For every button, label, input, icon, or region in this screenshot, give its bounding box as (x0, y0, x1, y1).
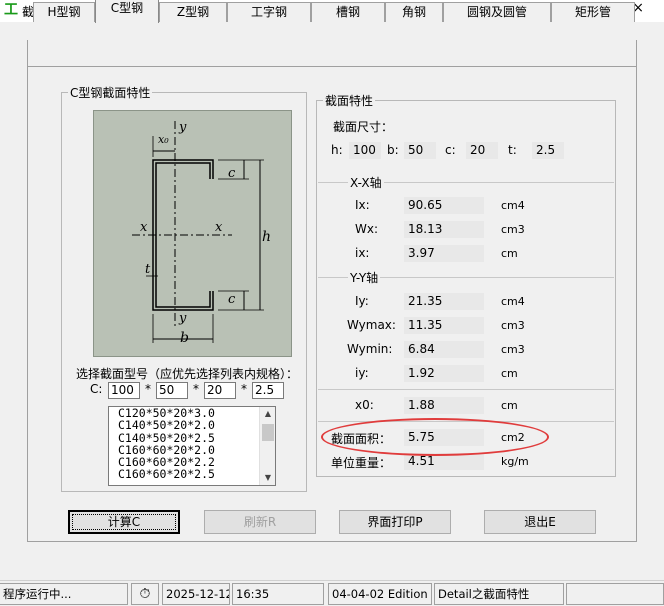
status-date: 2025-12-12 (162, 583, 230, 605)
refresh-button[interactable]: 刷新R (204, 510, 316, 534)
tab-channel[interactable]: 槽钢 (311, 2, 385, 22)
input-b[interactable]: 50 (156, 382, 188, 399)
scroll-up-icon[interactable]: ▲ (260, 407, 275, 421)
separator: * (145, 382, 151, 396)
divider (318, 421, 614, 422)
tab-rect-tube[interactable]: 矩形管 (551, 2, 635, 22)
list-scrollbar[interactable]: ▲ ▼ (259, 407, 275, 485)
rx-unit: cm (501, 247, 518, 260)
area-label: 截面面积： (331, 432, 392, 446)
c-steel-group-title: C型钢截面特性 (68, 84, 153, 101)
label-x0: x₀ (158, 133, 169, 146)
weight-label: 单位重量： (331, 456, 392, 470)
status-bar: 程序运行中... ⏱ 2025-12-12 16:35 04-04-02 Edi… (0, 580, 664, 606)
wymax-unit: cm3 (501, 319, 525, 332)
wx-value: 18.13 (404, 221, 484, 238)
area-unit: cm2 (501, 431, 525, 444)
dim-t-label: t: (508, 143, 517, 157)
weight-value: 4.51 (404, 453, 484, 470)
label-h: h (262, 229, 271, 245)
tab-round[interactable]: 圆钢及圆管 (443, 2, 551, 22)
ix-unit: cm4 (501, 199, 525, 212)
wymax-value: 11.35 (404, 317, 484, 334)
ix-label: Ix: (355, 198, 370, 212)
iy-label: Iy: (355, 294, 369, 308)
status-time: 16:35 (232, 583, 324, 605)
separator: * (193, 382, 199, 396)
label-b: b (180, 330, 189, 346)
wymin-label: Wymin: (347, 342, 393, 356)
dims-label: 截面尺寸： (333, 120, 394, 134)
input-t[interactable]: 2.5 (252, 382, 284, 399)
label-t: t (145, 262, 151, 277)
input-h[interactable]: 100 (108, 382, 140, 399)
wymax-label: Wymax: (347, 318, 396, 332)
label-x-right: x (215, 220, 223, 235)
print-button[interactable]: 界面打印P (339, 510, 451, 534)
tab-z-steel[interactable]: Z型钢 (159, 2, 227, 22)
tab-h-steel[interactable]: H型钢 (33, 2, 95, 22)
x0-label: x0: (355, 398, 374, 412)
input-c[interactable]: 20 (204, 382, 236, 399)
status-running: 程序运行中... (0, 583, 128, 605)
iy-unit: cm4 (501, 295, 525, 308)
divider (318, 389, 614, 390)
label-y-bottom: y (178, 311, 187, 326)
separator: * (241, 382, 247, 396)
x0-value: 1.88 (404, 397, 484, 414)
yy-axis-label: Y-Y轴 (348, 269, 381, 286)
timer-icon: ⏱ (131, 583, 159, 605)
ry-value: 1.92 (404, 365, 484, 382)
calculate-button[interactable]: 计算C (68, 510, 180, 534)
c-section-drawing: x₀ y c x x h t c y b (132, 120, 271, 346)
dim-t-value: 2.5 (532, 142, 564, 159)
section-diagram: x₀ y c x x h t c y b (93, 110, 292, 357)
wx-label: Wx: (355, 222, 379, 236)
dim-c-label: c: (445, 143, 456, 157)
calculate-label: 计算C (107, 515, 141, 529)
dim-h-label: h: (331, 143, 343, 157)
dim-h-value: 100 (349, 142, 381, 159)
scroll-down-icon[interactable]: ▼ (260, 471, 275, 485)
label-y-top: y (178, 120, 187, 135)
tab-c-steel[interactable]: C型钢 (95, 0, 159, 23)
selector-label: 选择截面型号（应优先选择列表内规格）： (76, 367, 299, 381)
section-list[interactable]: C120*50*20*3.0 C140*50*20*2.0 C140*50*20… (108, 406, 276, 486)
exit-button[interactable]: 退出E (484, 510, 596, 534)
status-edition: 04-04-02 Edition (328, 583, 432, 605)
dim-b-label: b: (387, 143, 399, 157)
label-c-top: c (228, 166, 236, 181)
tab-angle[interactable]: 角钢 (385, 2, 443, 22)
rx-label: ix: (355, 246, 370, 260)
weight-unit: kg/m (501, 455, 529, 468)
scroll-thumb[interactable] (262, 424, 274, 441)
list-item[interactable]: C160*60*20*2.5 (109, 468, 275, 480)
label-c-bottom: c (228, 292, 236, 307)
ry-unit: cm (501, 367, 518, 380)
xx-axis-label: X-X轴 (348, 174, 384, 191)
wx-unit: cm3 (501, 223, 525, 236)
status-detail: Detail之截面特性 (434, 583, 564, 605)
wymin-unit: cm3 (501, 343, 525, 356)
iy-value: 21.35 (404, 293, 484, 310)
properties-group-title: 截面特性 (323, 92, 376, 109)
x0-unit: cm (501, 399, 518, 412)
tab-i-beam[interactable]: 工字钢 (227, 2, 311, 22)
label-x-left: x (140, 220, 148, 235)
dim-b-value: 50 (404, 142, 436, 159)
selector-prefix: C: (90, 382, 103, 396)
rx-value: 3.97 (404, 245, 484, 262)
list-item[interactable]: C140*50*20*2.0 (109, 419, 275, 431)
status-empty (566, 583, 664, 605)
tab-strip-border (27, 66, 637, 67)
ry-label: iy: (355, 366, 369, 380)
area-value: 5.75 (404, 429, 484, 446)
wymin-value: 6.84 (404, 341, 484, 358)
dim-c-value: 20 (466, 142, 498, 159)
ix-value: 90.65 (404, 197, 484, 214)
app-icon: 工 (4, 2, 18, 18)
